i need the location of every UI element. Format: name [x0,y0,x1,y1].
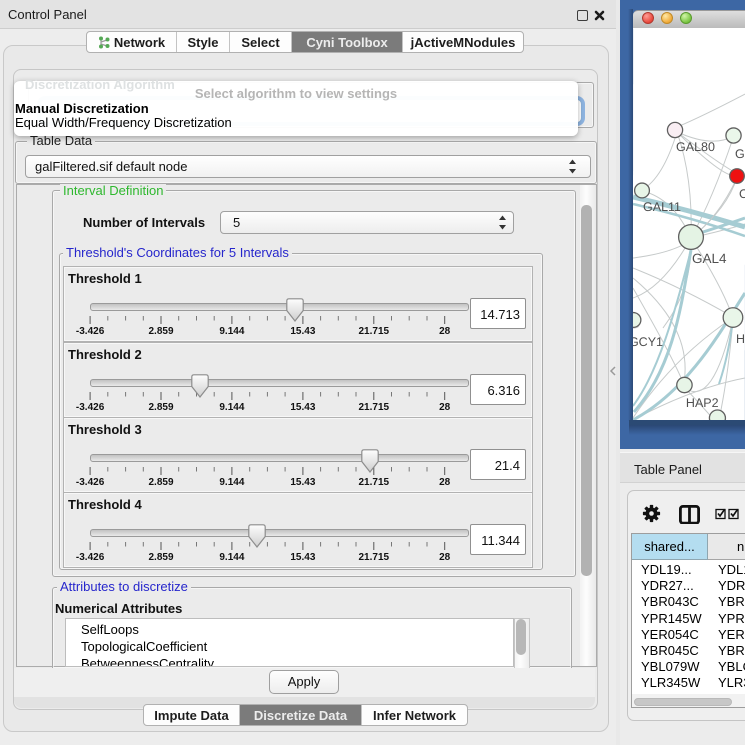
svg-text:GAL80: GAL80 [676,140,715,154]
svg-text:C: C [739,187,745,201]
svg-text:G.: G. [735,147,745,161]
svg-text:GAL4: GAL4 [692,251,727,266]
svg-text:H: H [736,332,745,346]
svg-text:GCY1: GCY1 [633,335,663,349]
svg-text:HAP2: HAP2 [686,396,719,410]
svg-text:GAL11: GAL11 [643,200,681,214]
